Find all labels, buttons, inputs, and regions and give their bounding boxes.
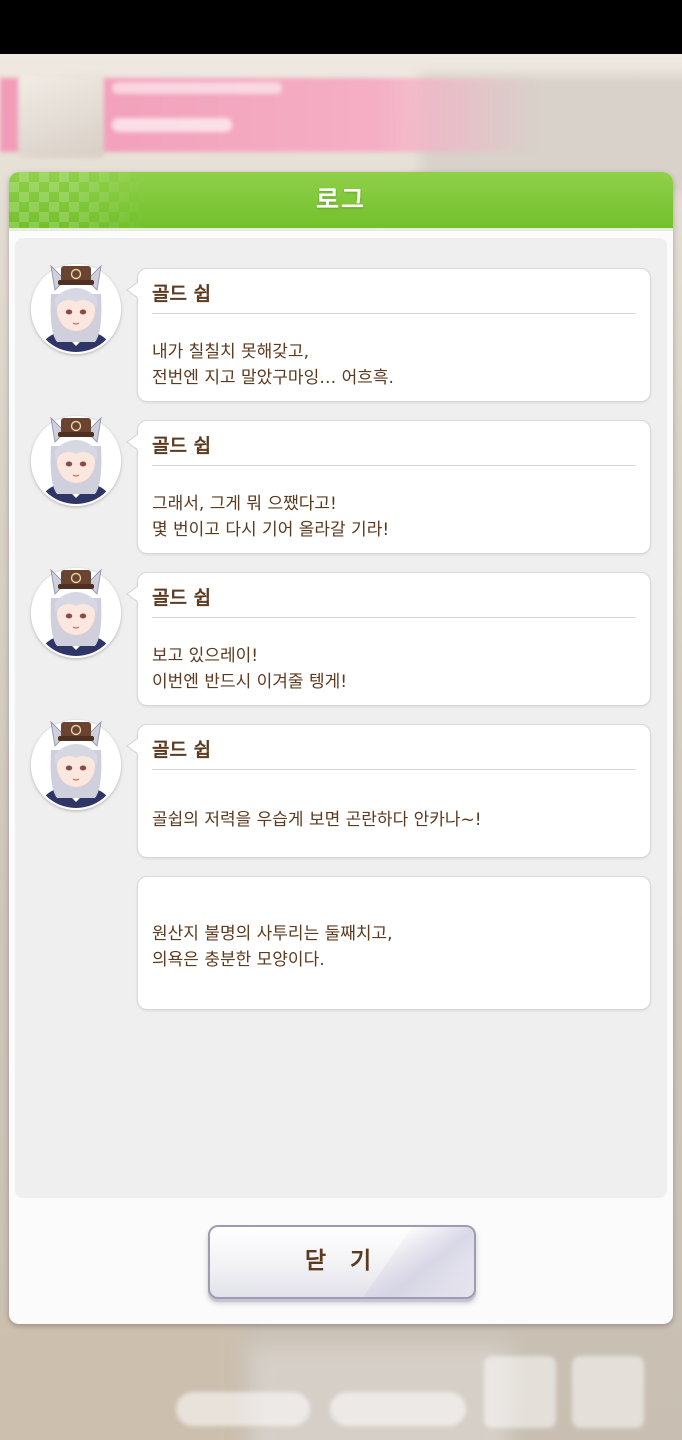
speaker-name: 골드 쉽: [152, 283, 212, 305]
message-bubble: 골드 쉽 그래서, 그게 뭐 으쨌다고! 몇 번이고 다시 기어 올라갈 기라!: [126, 420, 651, 554]
gold-ship-avatar-icon: [31, 568, 121, 658]
message-bubble: 골드 쉽 보고 있으레이! 이번엔 반드시 이겨줄 텡게!: [126, 572, 651, 706]
message-line: 몇 번이고 다시 기어 올라갈 기라!: [152, 520, 390, 540]
divider: [152, 769, 636, 770]
gold-ship-avatar-icon: [31, 720, 121, 810]
divider: [152, 465, 636, 466]
message-line: 그래서, 그게 뭐 으쨌다고!: [152, 494, 337, 514]
background-banner-text: [112, 82, 282, 94]
log-entry: 골드 쉽 보고 있으레이! 이번엔 반드시 이겨줄 텡게!: [15, 542, 667, 706]
background-menu-button: [572, 1356, 644, 1428]
gold-ship-avatar-icon: [31, 264, 121, 354]
gold-ship-avatar-icon: [31, 416, 121, 506]
log-entry: 골드 쉽 골쉽의 저력을 우습게 보면 곤란하다 안카나~!: [15, 694, 667, 858]
divider: [152, 617, 636, 618]
close-button[interactable]: 닫 기: [208, 1225, 476, 1299]
log-entry: 골드 쉽 그래서, 그게 뭐 으쨌다고! 몇 번이고 다시 기어 올라갈 기라!: [15, 390, 667, 554]
speaker-name: 골드 쉽: [152, 739, 212, 761]
log-entry: 골드 쉽 내가 칠칠치 못해갖고, 전번엔 지고 말았구마잉… 어흐흑.: [15, 238, 667, 402]
message-line: 전번엔 지고 말았구마잉… 어흐흑.: [152, 368, 394, 388]
log-title: 로그: [315, 185, 366, 214]
message-bubble: 골드 쉽 골쉽의 저력을 우습게 보면 곤란하다 안카나~!: [126, 724, 651, 858]
log-entry-narration: 원산지 불명의 사투리는 둘째치고, 의욕은 충분한 모양이다.: [15, 846, 667, 1010]
message-line: 내가 칠칠치 못해갖고,: [152, 342, 309, 362]
background-portrait: [18, 74, 104, 158]
log-scroll-area[interactable]: 골드 쉽 내가 칠칠치 못해갖고, 전번엔 지고 말았구마잉… 어흐흑. 골드 …: [15, 238, 667, 1198]
log-dialog: 로그 골드 쉽 내가 칠칠치 못해갖고, 전번엔 지고 말았구마잉… 어흐흑. …: [9, 172, 673, 1324]
background-auto-pill: [330, 1392, 466, 1426]
message-line: 원산지 불명의 사투리는 둘째치고,: [152, 924, 393, 944]
close-button-label: 닫 기: [304, 1248, 380, 1274]
speaker-name: 골드 쉽: [152, 435, 212, 457]
speaker-name: 골드 쉽: [152, 587, 212, 609]
message-bubble: 골드 쉽 내가 칠칠치 못해갖고, 전번엔 지고 말았구마잉… 어흐흑.: [126, 268, 651, 402]
log-header: 로그: [9, 172, 673, 228]
status-bar: [0, 0, 682, 54]
background-log-button: [484, 1356, 556, 1428]
narration-bubble: 원산지 불명의 사투리는 둘째치고, 의욕은 충분한 모양이다.: [137, 876, 651, 1010]
message-line: 의욕은 충분한 모양이다.: [152, 950, 325, 970]
message-line: 보고 있으레이!: [152, 646, 259, 666]
background-skip-pill: [176, 1392, 310, 1426]
divider: [152, 313, 636, 314]
background-banner-text: [112, 118, 232, 132]
message-line: 골쉽의 저력을 우습게 보면 곤란하다 안카나~!: [152, 810, 482, 830]
message-line: 이번엔 반드시 이겨줄 텡게!: [152, 672, 348, 692]
